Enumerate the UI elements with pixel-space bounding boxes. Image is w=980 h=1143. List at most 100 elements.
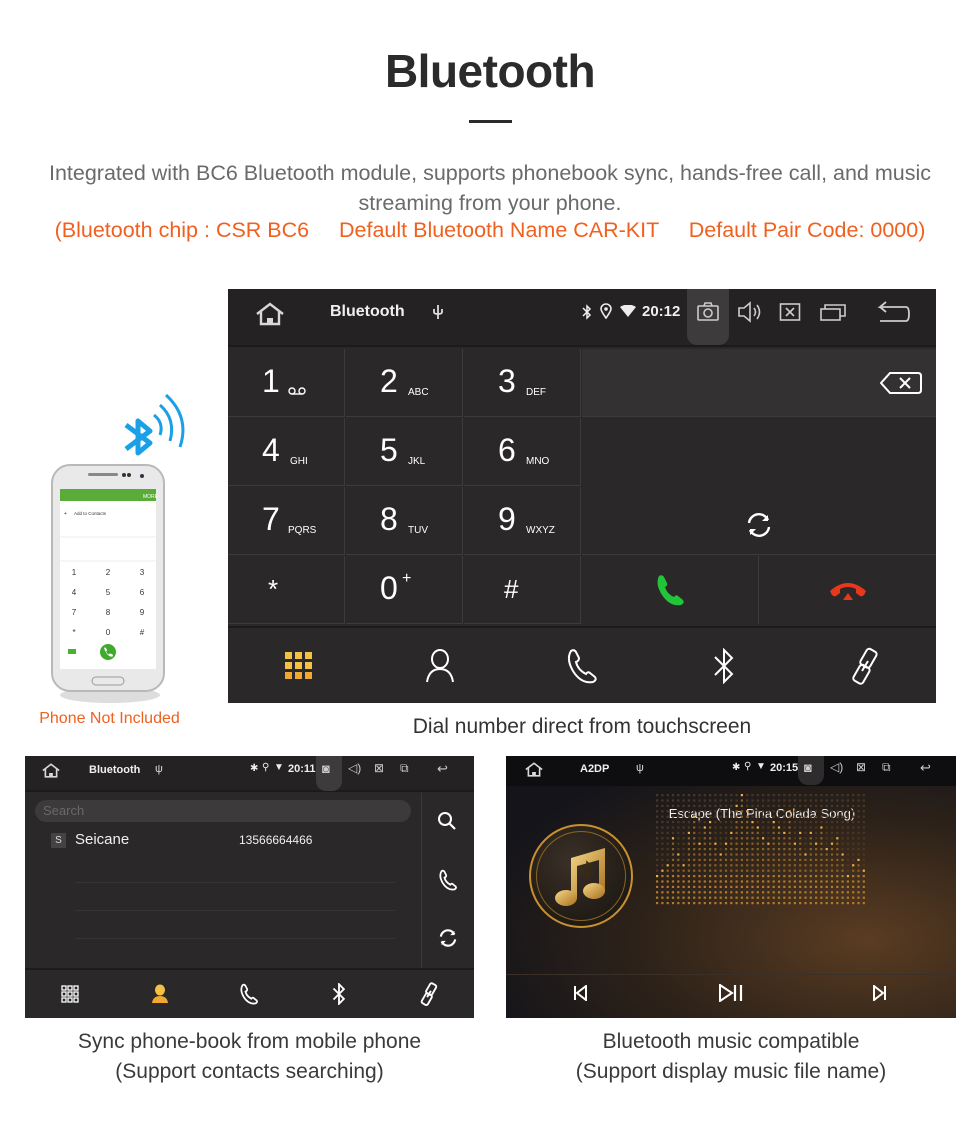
dial-key-8[interactable]: 8 TUV bbox=[346, 487, 463, 555]
eq-dot bbox=[804, 880, 807, 883]
home-icon[interactable] bbox=[41, 762, 61, 779]
tab-contacts[interactable] bbox=[115, 970, 205, 1018]
tab-keypad[interactable] bbox=[228, 628, 370, 703]
eq-dot bbox=[671, 810, 675, 813]
eq-dot bbox=[751, 880, 754, 883]
tab-pairing[interactable] bbox=[794, 628, 936, 703]
recent-apps-icon[interactable] bbox=[820, 303, 846, 321]
eq-dot bbox=[740, 831, 743, 834]
eq-dot bbox=[777, 810, 781, 813]
screenshot-camera-icon[interactable]: ◙ bbox=[322, 761, 330, 776]
tab-bluetooth[interactable] bbox=[653, 628, 795, 703]
eq-dot bbox=[825, 799, 828, 802]
eq-dot bbox=[783, 875, 786, 878]
eq-dot bbox=[703, 869, 706, 872]
eq-dot bbox=[841, 896, 844, 899]
eq-dot bbox=[746, 885, 749, 888]
eq-dot bbox=[762, 891, 765, 894]
sync-icon[interactable] bbox=[745, 511, 773, 539]
eq-dot bbox=[719, 864, 722, 867]
dial-key-9[interactable]: 9 WXYZ bbox=[464, 487, 581, 555]
volume-icon[interactable]: ◁) bbox=[830, 760, 843, 774]
tab-pairing[interactable] bbox=[384, 970, 474, 1018]
number-display-field[interactable] bbox=[582, 349, 936, 417]
eq-dot bbox=[862, 842, 865, 845]
hang-up-button[interactable] bbox=[760, 556, 936, 624]
eq-dot bbox=[661, 891, 664, 894]
tab-keypad[interactable] bbox=[25, 970, 115, 1018]
eq-dot bbox=[820, 826, 823, 829]
eq-dot bbox=[740, 837, 743, 840]
eq-dot bbox=[693, 896, 696, 899]
home-icon[interactable] bbox=[254, 301, 286, 327]
previous-track-icon[interactable] bbox=[573, 983, 587, 1006]
eq-dot bbox=[836, 891, 839, 894]
screenshot-camera-icon[interactable]: ◙ bbox=[804, 760, 812, 775]
eq-dot bbox=[656, 858, 659, 861]
eq-dot bbox=[656, 885, 659, 888]
eq-dot bbox=[714, 869, 717, 872]
dial-key-5[interactable]: 5 JKL bbox=[346, 418, 463, 486]
eq-dot bbox=[793, 799, 796, 802]
eq-dot bbox=[746, 902, 749, 905]
close-app-icon[interactable]: ⊠ bbox=[856, 760, 866, 774]
eq-dot bbox=[799, 848, 802, 851]
dial-key-7[interactable]: 7 PQRS bbox=[228, 487, 345, 555]
screenshot-camera-icon[interactable] bbox=[696, 302, 720, 322]
dial-key-4[interactable]: 4 GHI bbox=[228, 418, 345, 486]
eq-dot bbox=[783, 864, 786, 867]
phone-handset-icon bbox=[565, 648, 599, 684]
home-icon[interactable] bbox=[524, 761, 544, 778]
recent-apps-icon[interactable]: ⧉ bbox=[882, 760, 891, 775]
eq-dot bbox=[852, 821, 855, 824]
dial-key-2[interactable]: 2 ABC bbox=[346, 349, 463, 417]
call-button[interactable] bbox=[582, 556, 759, 624]
eq-dot bbox=[804, 831, 807, 834]
recent-apps-icon[interactable]: ⧉ bbox=[400, 761, 409, 776]
eq-dot bbox=[740, 885, 743, 888]
dial-key-3[interactable]: 3 DEF bbox=[464, 349, 581, 417]
volume-icon[interactable]: ◁) bbox=[348, 761, 361, 775]
eq-dot bbox=[656, 864, 659, 867]
tab-bluetooth[interactable] bbox=[294, 970, 384, 1018]
eq-dot bbox=[709, 848, 712, 851]
screen-title: Bluetooth bbox=[89, 764, 141, 776]
eq-dot bbox=[735, 858, 738, 861]
dial-key-1[interactable]: 1 bbox=[228, 349, 345, 417]
eq-dot bbox=[671, 804, 675, 807]
search-icon[interactable] bbox=[437, 811, 457, 836]
back-icon[interactable]: ↩ bbox=[437, 761, 448, 777]
dial-key-star[interactable]: * bbox=[228, 556, 345, 624]
contact-row[interactable]: S Seicane 13566664466 bbox=[47, 830, 407, 854]
close-app-icon[interactable] bbox=[779, 302, 801, 322]
backspace-icon[interactable] bbox=[880, 371, 922, 395]
eq-dot bbox=[825, 875, 828, 878]
eq-dot bbox=[820, 842, 823, 845]
eq-dot bbox=[756, 799, 759, 802]
eq-dot bbox=[804, 885, 807, 888]
close-app-icon[interactable]: ⊠ bbox=[374, 761, 384, 775]
eq-dot bbox=[677, 885, 680, 888]
next-track-icon[interactable] bbox=[873, 983, 887, 1006]
volume-icon[interactable] bbox=[737, 301, 763, 323]
dial-key-0[interactable]: 0 + bbox=[346, 556, 463, 624]
tab-contacts[interactable] bbox=[370, 628, 512, 703]
eq-dot bbox=[724, 831, 728, 834]
dial-key-hash[interactable]: # bbox=[464, 556, 581, 624]
eq-dot bbox=[830, 880, 834, 883]
eq-dot bbox=[830, 864, 834, 867]
back-icon[interactable] bbox=[876, 301, 910, 323]
tab-call-log[interactable] bbox=[205, 970, 295, 1018]
play-pause-icon[interactable] bbox=[718, 983, 744, 1007]
eq-dot bbox=[809, 848, 812, 851]
call-contact-icon[interactable] bbox=[438, 869, 458, 896]
eq-dot bbox=[693, 842, 696, 845]
sync-contacts-icon[interactable] bbox=[438, 928, 458, 953]
dial-key-6[interactable]: 6 MNO bbox=[464, 418, 581, 486]
contact-search-input[interactable]: Search bbox=[35, 800, 411, 822]
back-icon[interactable]: ↩ bbox=[920, 760, 931, 776]
eq-dot bbox=[746, 869, 749, 872]
tab-call-log[interactable] bbox=[511, 628, 653, 703]
eq-dot bbox=[815, 853, 818, 856]
eq-dot bbox=[767, 810, 770, 813]
